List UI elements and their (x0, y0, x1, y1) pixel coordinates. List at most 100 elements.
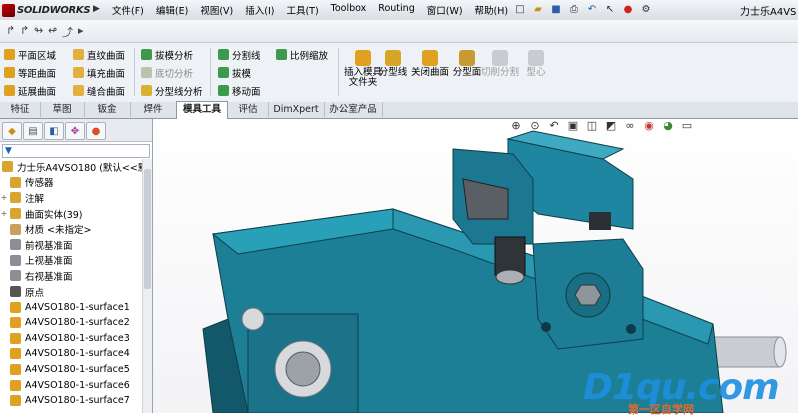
ribbon-divider (134, 48, 135, 96)
tree-item[interactable]: 原点 (0, 284, 140, 300)
scrollbar-thumb[interactable] (144, 169, 151, 289)
undo-icon[interactable]: ↶ (584, 1, 600, 17)
menu-view[interactable]: 视图(V) (194, 3, 239, 17)
tree-item-icon (10, 223, 21, 235)
tab-sketch[interactable]: 草图 (40, 102, 85, 117)
watermark-subtitle: 第一区自学网 (628, 403, 694, 416)
offset-tool-icon[interactable]: ⤴ (62, 24, 73, 40)
property-manager-tab-icon[interactable]: ▤ (23, 122, 43, 140)
tree-item-label: 材质 <未指定> (25, 225, 92, 237)
tab-dimxpert[interactable]: DimXpert (268, 102, 325, 117)
tree-item[interactable]: 前视基准面 (0, 237, 140, 253)
fill-surface-command[interactable]: 填充曲面 (73, 65, 125, 80)
more-arrow-icon[interactable]: ▸ (78, 24, 84, 37)
tooling-split-icon (492, 50, 508, 66)
menu-edit[interactable]: 编辑(E) (150, 3, 194, 17)
shaft-end (773, 336, 787, 368)
offset-surface-command[interactable]: 等距曲面 (4, 65, 56, 80)
planar-surface-command[interactable]: 平面区域 (4, 47, 56, 62)
tree-item-label: 传感器 (25, 178, 54, 190)
tree-item-label: A4VSO180-1-surface3 (25, 332, 130, 344)
menu-file[interactable]: 文件(F) (106, 3, 150, 17)
expand-toggle[interactable]: + (0, 193, 8, 202)
arc-tool-icon[interactable]: ↬ (34, 24, 43, 37)
menu-routing[interactable]: Routing (372, 3, 420, 17)
tab-office-products[interactable]: 办公室产品 (324, 102, 383, 117)
command-tabs: 特征 草图 钣金 焊件 模具工具 评估 DimXpert 办公室产品 (0, 101, 798, 119)
tree-item-label: 前视基准面 (25, 240, 73, 252)
menu-window[interactable]: 窗口(W) (421, 3, 469, 17)
feature-manager-panel: ◆ ▤ ◧ ✥ ● ▼ 力士乐A4VSO180 (默认<<默 传感器 + 注解 + 曲面… (0, 119, 153, 413)
curve-tool-icon[interactable]: ↱ (20, 24, 29, 37)
tree-item[interactable]: 上视基准面 (0, 253, 140, 269)
tree-item[interactable]: A4VSO180-1-surface5 (0, 362, 140, 378)
save-icon[interactable]: ■ (548, 1, 564, 17)
split-line-icon (218, 49, 229, 60)
tree-item[interactable]: A4VSO180-1-surface4 (0, 346, 140, 362)
menu-insert[interactable]: 插入(I) (239, 3, 280, 17)
tree-item-icon (10, 208, 21, 220)
menu-help[interactable]: 帮助(H) (469, 3, 515, 17)
tree-item[interactable]: + 注解 (0, 190, 140, 206)
tree-item-label: 原点 (25, 287, 45, 299)
display-manager-tab-icon[interactable]: ● (86, 122, 106, 140)
tree-item-icon (10, 364, 21, 376)
tree-item-icon (10, 301, 21, 313)
tree-item[interactable]: A4VSO180-1-surface3 (0, 331, 140, 347)
tree-item[interactable]: A4VSO180-1-surface1 (0, 299, 140, 315)
select-icon[interactable]: ↖ (602, 1, 618, 17)
feature-tree-tab-icon[interactable]: ◆ (2, 122, 22, 140)
expand-toggle[interactable]: + (0, 209, 8, 218)
tree-item[interactable]: 材质 <未指定> (0, 221, 140, 237)
menu-toolbox[interactable]: Toolbox (325, 3, 373, 17)
tab-sheet-metal[interactable]: 钣金 (84, 102, 131, 117)
core-button[interactable]: 型心 (513, 48, 559, 78)
tree-item[interactable]: A4VSO180-1-surface2 (0, 315, 140, 331)
tree-root[interactable]: 力士乐A4VSO180 (默认<<默 (0, 159, 147, 175)
new-document-icon[interactable]: □ (512, 1, 528, 17)
tree-item-label: A4VSO180-1-surface4 (25, 348, 130, 360)
solidworks-logo[interactable]: SOLIDWORKS (2, 2, 91, 18)
options-icon[interactable]: ⚙ (638, 1, 654, 17)
move-face-command[interactable]: 移动面 (218, 83, 261, 98)
tree-item[interactable]: A4VSO180-1-surface7 (0, 393, 140, 409)
dimxpert-tab-icon[interactable]: ✥ (65, 122, 85, 140)
configuration-tab-icon[interactable]: ◧ (44, 122, 64, 140)
tree-item[interactable]: + 曲面实体(39) (0, 206, 140, 222)
parting-line-analysis-command[interactable]: 分型线分析 (141, 83, 203, 98)
tree-item[interactable]: 右视基准面 (0, 268, 140, 284)
open-folder-icon[interactable]: ▰ (530, 1, 546, 17)
traffic-light-icon[interactable]: ● (620, 1, 636, 17)
draft-analysis-command[interactable]: 拔模分析 (141, 47, 193, 62)
tab-evaluate[interactable]: 评估 (228, 102, 269, 117)
tree-filter[interactable]: ▼ (2, 144, 150, 158)
menu-tools[interactable]: 工具(T) (280, 3, 324, 17)
tree-item-label: 右视基准面 (25, 271, 73, 283)
bolt-hole (241, 307, 265, 331)
spline-tool-icon[interactable]: ↫ (48, 24, 57, 37)
tree-item[interactable]: A4VSO180-1-surface6 (0, 377, 140, 393)
undercut-analysis-command[interactable]: 底切分析 (141, 65, 193, 80)
logo-arrow-icon[interactable]: ▶ (93, 4, 100, 14)
sketch-tool-icon[interactable]: ↱ (6, 24, 15, 37)
mold-folder-icon (355, 50, 371, 66)
scale-command[interactable]: 比例缩放 (276, 47, 328, 62)
split-line-command[interactable]: 分割线 (218, 47, 261, 62)
solenoid-connector (494, 236, 526, 276)
ruled-surface-icon (73, 49, 84, 60)
graphics-area[interactable]: ⊕ ⊙ ↶ ▣ ◫ ◩ ∞ ◉ ◕ ▭ D1qu.com 第一区自学网 (153, 119, 798, 416)
radiate-surface-command[interactable]: 延展曲面 (4, 83, 56, 98)
draft-command[interactable]: 拔模 (218, 65, 251, 80)
pump-shaft (707, 336, 781, 368)
ruled-surface-command[interactable]: 直纹曲面 (73, 47, 125, 62)
tree-scrollbar[interactable] (142, 159, 152, 413)
tab-weldments[interactable]: 焊件 (130, 102, 177, 117)
tab-features[interactable]: 特征 (0, 102, 41, 117)
print-icon[interactable]: ⎙ (566, 1, 582, 17)
hex-plug (574, 284, 602, 306)
knit-surface-command[interactable]: 缝合曲面 (73, 83, 125, 98)
tree-item-icon (10, 254, 21, 266)
tree-item[interactable]: 传感器 (0, 175, 140, 191)
tab-mold-tools[interactable]: 模具工具 (176, 101, 228, 119)
menu-bar: 文件(F) 编辑(E) 视图(V) 插入(I) 工具(T) Toolbox Ro… (106, 3, 514, 17)
